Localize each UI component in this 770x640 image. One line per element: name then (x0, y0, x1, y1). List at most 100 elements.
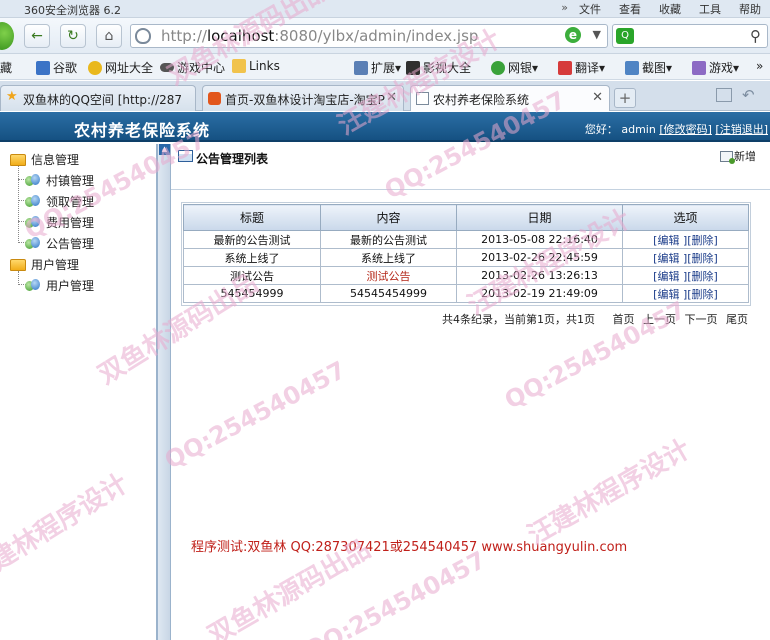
system-title: 农村养老保险系统 (74, 121, 211, 140)
menu-tools[interactable]: 工具 (699, 1, 721, 17)
users-icon (25, 215, 41, 230)
pager-prev[interactable]: 上一页 (643, 313, 676, 326)
sidebar-item-collection[interactable]: 领取管理 (25, 193, 94, 210)
folder-open-icon (10, 258, 26, 271)
folder-open-icon (10, 153, 26, 166)
notice-table: 标题 内容 日期 选项 最新的公告测试 最新的公告测试 2013-05-08 2… (183, 204, 749, 303)
menu-help[interactable]: 帮助 (739, 1, 761, 17)
logout-link[interactable]: [注销退出] (715, 123, 768, 136)
pager-next[interactable]: 下一页 (685, 313, 718, 326)
fav-item-game-center[interactable]: 游戏中心 (160, 59, 225, 76)
sidebar-group-users[interactable]: 用户管理 (10, 256, 79, 273)
fav-item-video[interactable]: 影视大全 (406, 59, 471, 76)
cell-content: 54545454999 (320, 284, 457, 303)
add-button[interactable]: 新增 (720, 148, 756, 164)
new-tab-button[interactable]: + (614, 88, 636, 108)
home-icon[interactable]: ⌂ (96, 24, 122, 48)
chevron-down-icon[interactable]: ▼ (593, 28, 601, 41)
cell-options: [编辑 ][删除] (622, 248, 749, 267)
search-engine-icon[interactable]: Q (616, 28, 634, 44)
column-header-date: 日期 (456, 204, 623, 231)
delete-link[interactable]: [删除] (687, 234, 718, 247)
collapse-arrow-icon[interactable]: ▲ (159, 144, 170, 155)
folder-icon (232, 59, 246, 73)
cell-content: 系统上线了 (320, 248, 457, 267)
add-record-icon (720, 150, 735, 164)
game-icon (692, 60, 706, 75)
edit-link[interactable]: [编辑 ] (653, 234, 687, 247)
cell-options: [编辑 ][删除] (622, 284, 749, 303)
search-icon[interactable]: ⚲ (750, 27, 761, 45)
video-icon (406, 60, 420, 75)
sidebar-group-info[interactable]: 信息管理 (10, 151, 79, 168)
cell-date: 2013-02-26 13:26:13 (456, 266, 623, 285)
cell-options: [编辑 ][删除] (622, 230, 749, 249)
pager-summary: 共4条纪录，当前第1页，共1页 (442, 313, 595, 326)
translate-icon (558, 60, 572, 75)
table-row: 545454999 54545454999 2013-02-19 21:49:0… (183, 284, 749, 303)
table-header-row: 标题 内容 日期 选项 (183, 204, 749, 231)
users-icon (25, 278, 41, 293)
web-directory-icon (88, 60, 102, 75)
user-info: 您好： admin [修改密码] [注销退出] (584, 123, 768, 136)
fav-item-google[interactable]: 谷歌 (36, 59, 77, 76)
tab-pension-system[interactable]: 农村养老保险系统 ✕ (410, 85, 610, 111)
delete-link[interactable]: [删除] (687, 252, 718, 265)
fav-item-links[interactable]: Links (232, 59, 280, 73)
bank-icon (491, 60, 505, 75)
fav-item-screenshot[interactable]: 截图 ▾ (625, 59, 672, 76)
pager-first[interactable]: 首页 (613, 313, 635, 326)
undo-close-icon[interactable]: ↶ (742, 86, 755, 104)
menu-chevron-icon[interactable]: » (561, 1, 568, 17)
table-row: 系统上线了 系统上线了 2013-02-26 22:45:59 [编辑 ][删除… (183, 248, 749, 267)
cell-date: 2013-05-08 22:16:40 (456, 230, 623, 249)
tab-taobao-store[interactable]: 首页-双鱼林设计淘宝店-淘宝P ✕ (202, 85, 404, 111)
tab-bar: ★ 双鱼林的QQ空间 [http://287 首页-双鱼林设计淘宝店-淘宝P ✕… (0, 81, 770, 111)
close-icon[interactable]: ✕ (592, 90, 603, 105)
cell-title: 系统上线了 (183, 248, 321, 267)
username: admin (621, 123, 656, 136)
search-box[interactable]: Q ⚲ (612, 24, 768, 48)
browser-titlebar: 360安全浏览器 6.2 » 文件 查看 收藏 工具 帮助 (0, 0, 770, 18)
browser-logo-icon (0, 22, 14, 50)
tree-line (18, 271, 19, 285)
menu-favorites[interactable]: 收藏 (659, 1, 681, 17)
refresh-icon[interactable]: ↻ (60, 24, 86, 48)
browser-navbar: ← ↻ ⌂ http://localhost:8080/ylbx/admin/i… (0, 18, 770, 54)
fav-item-translate[interactable]: 翻译 ▾ (558, 59, 605, 76)
sidebar-splitter[interactable]: ▲ (157, 144, 171, 640)
pager-last[interactable]: 尾页 (726, 313, 748, 326)
sidebar-item-village[interactable]: 村镇管理 (25, 172, 94, 189)
back-arrow-icon[interactable]: ← (24, 24, 50, 48)
browser-app-title: 360安全浏览器 6.2 (24, 4, 121, 17)
fav-overflow-icon[interactable]: » (756, 59, 763, 73)
cell-title: 测试公告 (183, 266, 321, 285)
close-icon[interactable]: ✕ (386, 90, 397, 105)
sidebar-item-fees[interactable]: 费用管理 (25, 214, 94, 231)
edit-link[interactable]: [编辑 ] (653, 288, 687, 301)
sidebar-item-notices[interactable]: 公告管理 (25, 235, 94, 252)
star-icon: ★ (6, 89, 18, 104)
google-icon (36, 60, 50, 75)
sidebar-item-user-mgmt[interactable]: 用户管理 (25, 277, 94, 294)
compat-mode-icon[interactable]: e (565, 27, 581, 43)
fav-item-bank[interactable]: 网银 ▾ (491, 59, 538, 76)
change-password-link[interactable]: [修改密码] (659, 123, 712, 136)
menu-view[interactable]: 查看 (619, 1, 641, 17)
cell-options: [编辑 ][删除] (622, 266, 749, 285)
delete-link[interactable]: [删除] (687, 288, 718, 301)
window-list-icon[interactable] (716, 88, 732, 102)
edit-link[interactable]: [编辑 ] (653, 252, 687, 265)
tab-qq-space[interactable]: ★ 双鱼林的QQ空间 [http://287 (0, 85, 196, 111)
fav-item-web-directory[interactable]: 网址大全 (88, 59, 153, 76)
menu-file[interactable]: 文件 (579, 1, 601, 17)
cell-content: 测试公告 (320, 266, 457, 285)
users-icon (25, 194, 41, 209)
delete-link[interactable]: [删除] (687, 270, 718, 283)
edit-link[interactable]: [编辑 ] (653, 270, 687, 283)
users-icon (25, 236, 41, 251)
fav-item-extensions[interactable]: 扩展 ▾ (354, 59, 401, 76)
fav-item-favorites[interactable]: 藏 (0, 59, 12, 76)
address-bar[interactable]: http://localhost:8080/ylbx/admin/index.j… (130, 24, 608, 48)
fav-item-game[interactable]: 游戏 ▾ (692, 59, 739, 76)
